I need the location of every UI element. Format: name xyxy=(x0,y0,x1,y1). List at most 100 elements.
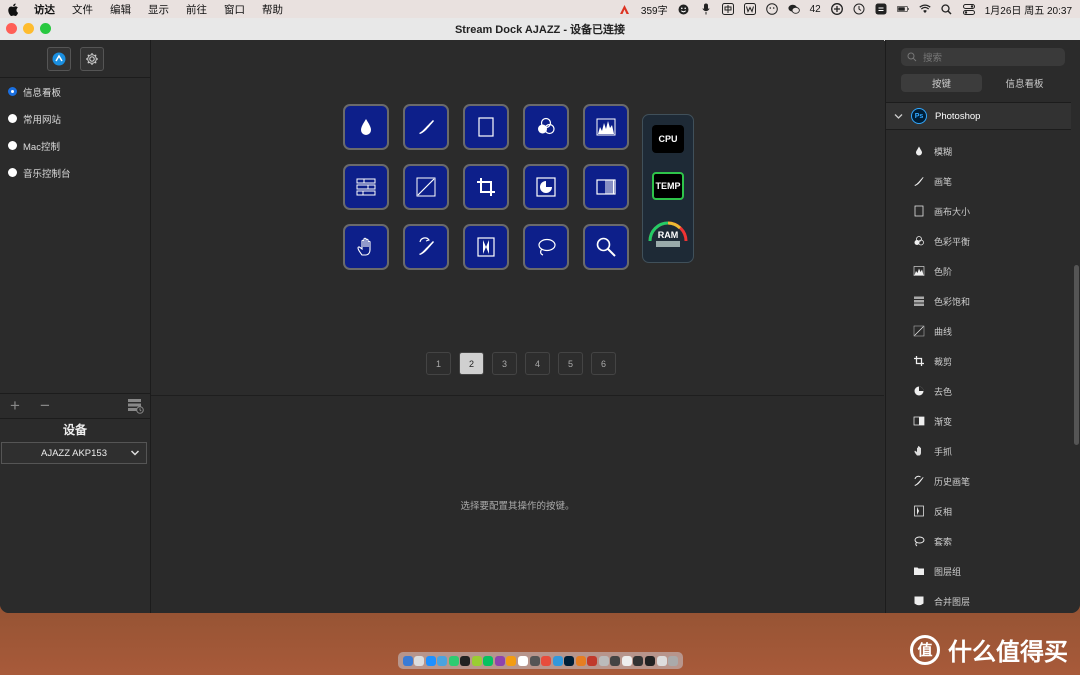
action-merge-layers[interactable]: 合并图层 xyxy=(886,586,1071,613)
microphone-icon[interactable] xyxy=(700,3,712,15)
app-dock-icon[interactable] xyxy=(471,655,482,666)
menu-finder[interactable]: 访达 xyxy=(34,2,55,17)
profile-radio[interactable] xyxy=(8,168,17,177)
remove-profile-button[interactable]: − xyxy=(30,396,60,416)
action-invert[interactable]: 反相 xyxy=(886,496,1071,526)
action-canvas-size[interactable]: 画布大小 xyxy=(886,196,1071,226)
photoshop-dock-icon[interactable] xyxy=(564,655,575,666)
wechat-dock-icon[interactable] xyxy=(483,655,494,666)
menu-window[interactable]: 窗口 xyxy=(224,2,245,17)
settings-button[interactable] xyxy=(79,46,104,71)
app-dock-icon[interactable] xyxy=(633,655,644,666)
time-machine-icon[interactable] xyxy=(853,3,865,15)
key-lasso[interactable] xyxy=(523,224,569,270)
action-color-balance[interactable]: 色彩平衡 xyxy=(886,226,1071,256)
action-gradient[interactable]: 渐变 xyxy=(886,406,1071,436)
action-brush[interactable]: 画笔 xyxy=(886,166,1071,196)
battery-icon[interactable] xyxy=(896,3,909,15)
app-dock-icon[interactable] xyxy=(494,655,505,666)
input-method-icon[interactable] xyxy=(721,3,734,15)
device-select[interactable]: AJAZZ AKP153 xyxy=(1,442,147,464)
qq-icon[interactable] xyxy=(765,3,778,15)
add-profile-button[interactable]: + xyxy=(0,396,30,416)
close-button[interactable] xyxy=(6,23,17,34)
page-button[interactable]: 6 xyxy=(591,352,616,375)
action-levels[interactable]: 色阶 xyxy=(886,256,1071,286)
key-hand[interactable] xyxy=(343,224,389,270)
search-input[interactable]: 搜索 xyxy=(901,48,1065,66)
app-dock-icon[interactable] xyxy=(575,655,586,666)
zoom-button[interactable] xyxy=(40,23,51,34)
action-crop[interactable]: 裁剪 xyxy=(886,346,1071,376)
key-color-balance[interactable] xyxy=(523,104,569,150)
app-dock-icon[interactable] xyxy=(506,655,517,666)
notes-dock-icon[interactable] xyxy=(621,655,632,666)
key-hue-saturation[interactable] xyxy=(343,164,389,210)
page-button[interactable]: 3 xyxy=(492,352,517,375)
action-blur[interactable]: 模糊 xyxy=(886,136,1071,166)
system-monitor-widget[interactable]: CPU TEMP RAM xyxy=(642,114,694,263)
store-button[interactable] xyxy=(46,46,71,71)
page-button-active[interactable]: 2 xyxy=(459,352,484,375)
action-history-brush[interactable]: 历史画笔 xyxy=(886,466,1071,496)
key-blur[interactable] xyxy=(343,104,389,150)
key-crop[interactable] xyxy=(463,164,509,210)
wechat-icon[interactable] xyxy=(788,3,800,15)
key-desaturate[interactable] xyxy=(523,164,569,210)
minimize-button[interactable] xyxy=(23,23,34,34)
menu-go[interactable]: 前往 xyxy=(186,2,207,17)
menubar-clock[interactable]: 1月26日 周五 20:37 xyxy=(985,2,1072,17)
terminal-dock-icon[interactable] xyxy=(645,655,656,666)
menu-file[interactable]: 文件 xyxy=(72,2,93,17)
profile-item-music-console[interactable]: 音乐控制台 xyxy=(0,159,150,186)
profile-radio[interactable] xyxy=(8,114,17,123)
tab-dashboard[interactable]: 信息看板 xyxy=(984,74,1065,92)
launchpad-dock-icon[interactable] xyxy=(414,655,425,666)
emoji-icon[interactable] xyxy=(678,3,690,15)
key-history-brush[interactable] xyxy=(403,224,449,270)
tab-keys[interactable]: 按键 xyxy=(901,74,982,92)
actions-scrollbar[interactable] xyxy=(1074,265,1079,445)
title-bar[interactable]: Stream Dock AJAZZ - 设备已连接 xyxy=(0,18,1080,41)
page-button[interactable]: 5 xyxy=(558,352,583,375)
menu-edit[interactable]: 编辑 xyxy=(110,2,131,17)
add-circle-icon[interactable] xyxy=(830,3,843,15)
spotlight-search-icon[interactable] xyxy=(941,3,953,15)
qq-dock-icon[interactable] xyxy=(460,655,471,666)
action-desaturate[interactable]: 去色 xyxy=(886,376,1071,406)
finder-dock-icon[interactable] xyxy=(402,655,413,666)
word-count[interactable]: 359字 xyxy=(641,2,668,17)
app-dock-icon[interactable] xyxy=(552,655,563,666)
menu-help[interactable]: 帮助 xyxy=(262,2,283,17)
profile-radio-selected[interactable] xyxy=(8,87,17,96)
profile-item-mac-control[interactable]: Mac控制 xyxy=(0,132,150,159)
page-button[interactable]: 1 xyxy=(426,352,451,375)
profile-item-dashboard[interactable]: 信息看板 xyxy=(0,78,150,105)
key-brush[interactable] xyxy=(403,104,449,150)
chrome-dock-icon[interactable] xyxy=(541,655,552,666)
action-hand[interactable]: 手抓 xyxy=(886,436,1071,466)
key-gradient[interactable] xyxy=(583,164,629,210)
adobe-icon[interactable] xyxy=(619,3,631,15)
action-hue-saturation[interactable]: 色彩饱和 xyxy=(886,286,1071,316)
app-dock-icon[interactable] xyxy=(529,655,540,666)
app-store-dock-icon[interactable] xyxy=(425,655,436,666)
key-invert[interactable] xyxy=(463,224,509,270)
profile-config-button[interactable] xyxy=(127,397,144,419)
wps-icon[interactable] xyxy=(743,3,756,15)
key-canvas-size[interactable] xyxy=(463,104,509,150)
app-dock-icon[interactable] xyxy=(598,655,609,666)
preview-dock-icon[interactable] xyxy=(656,655,667,666)
action-curves[interactable]: 曲线 xyxy=(886,316,1071,346)
profile-item-websites[interactable]: 常用网站 xyxy=(0,105,150,132)
action-layer-group[interactable]: 图层组 xyxy=(886,556,1071,586)
key-zoom[interactable] xyxy=(583,224,629,270)
messages-dock-icon[interactable] xyxy=(448,655,459,666)
app-dock-icon[interactable] xyxy=(518,655,529,666)
menu-view[interactable]: 显示 xyxy=(148,2,169,17)
wps-dock-icon[interactable] xyxy=(587,655,598,666)
sync-app-icon[interactable] xyxy=(875,3,887,15)
safari-dock-icon[interactable] xyxy=(437,655,448,666)
app-dock-icon[interactable] xyxy=(610,655,621,666)
wifi-icon[interactable] xyxy=(919,3,931,15)
